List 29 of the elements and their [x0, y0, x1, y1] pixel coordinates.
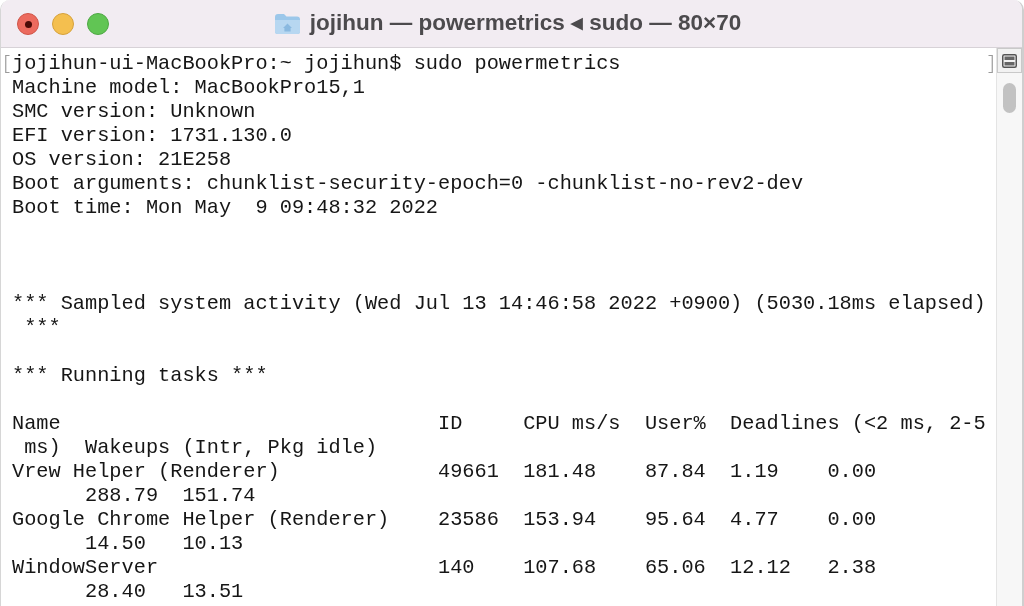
output-line: WindowServer 140 107.68 65.06 12.12 2.38 — [12, 556, 877, 580]
close-button[interactable] — [17, 13, 39, 35]
output-line: Boot time: Mon May 9 09:48:32 2022 — [12, 196, 438, 220]
output-line: Boot arguments: chunklist-security-epoch=0 -chunklist-no-rev2-dev — [12, 172, 804, 196]
output-line: OS version: 21E258 — [12, 148, 232, 172]
output-line: EFI version: 1731.130.0 — [12, 124, 292, 148]
output-line: *** — [23, 316, 61, 340]
output-line: 14.50 10.13 — [84, 532, 244, 556]
output-line: Google Chrome Helper (Renderer) 23586 153.94 95.64 4.77 0.00 — [12, 508, 877, 532]
right-bracket-icon — [988, 55, 993, 73]
scroll-thumb[interactable] — [1003, 83, 1016, 113]
output-line: ms) Wakeups (Intr, Pkg idle) — [23, 436, 378, 460]
zoom-button[interactable] — [87, 13, 109, 35]
output-line: *** Running tasks *** — [12, 364, 268, 388]
output-line: Machine model: MacBookPro15,1 — [12, 76, 365, 100]
output-line: Vrew Helper (Renderer) 49661 181.48 87.84 1.19 0.00 — [12, 460, 877, 484]
command-line: jojihun-ui-MacBookPro:~ jojihun$ sudo powermetrics — [12, 52, 621, 76]
output-line: 288.79 151.74 — [84, 484, 256, 508]
split-pane-button[interactable] — [997, 48, 1022, 73]
output-line: SMC version: Unknown — [12, 100, 256, 124]
dot-icon — [24, 20, 32, 28]
home-folder-icon — [273, 12, 301, 35]
output-line: *** Sampled system activity (Wed Jul 13 14:46:58 2022 +0900) (5030.18ms elapsed) — [12, 292, 986, 316]
minimize-button[interactable] — [52, 13, 74, 35]
split-pane-icon — [1002, 53, 1017, 68]
output-line: Name ID CPU ms/s User% Deadlines (<2 ms, 2-5 — [12, 412, 986, 436]
left-bracket-icon — [5, 55, 10, 73]
output-line: 28.40 13.51 — [84, 580, 244, 604]
window-title: jojihun — powermetrics ◂ sudo — 80×70 — [309, 12, 742, 35]
